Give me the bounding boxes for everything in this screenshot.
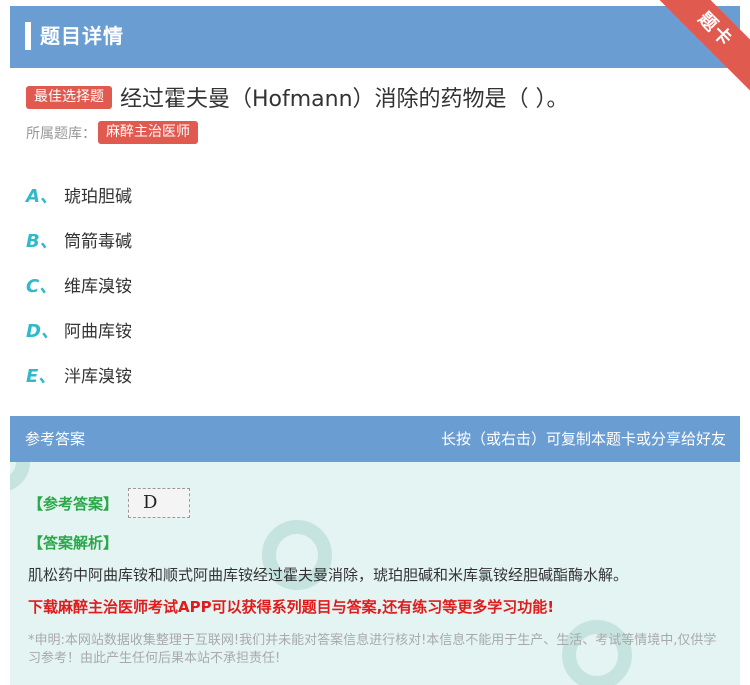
option-d[interactable]: D、 阿曲库铵: [26, 307, 132, 352]
copy-share-hint: 长按（或右击）可复制本题卡或分享给好友: [440, 430, 726, 448]
library-label: 所属题库：: [26, 125, 96, 142]
answer-row: 【参考答案】 D: [28, 488, 191, 518]
option-letter: E、: [26, 365, 57, 387]
analysis-text: 肌松药中阿曲库铵和顺式阿曲库铵经过霍夫曼消除，琥珀胆碱和米库氯铵经胆碱酯酶水解。: [28, 566, 629, 584]
analysis-row: 【答案解析】: [28, 532, 118, 553]
option-text: 泮库溴铵: [64, 367, 132, 387]
header-accent-bar: [25, 22, 31, 50]
option-text: 阿曲库铵: [64, 322, 132, 342]
option-b[interactable]: B、 筒箭毒碱: [26, 217, 132, 262]
corner-ribbon: 题卡: [650, 0, 750, 100]
question-text: 经过霍夫曼（Hofmann）消除的药物是（ ）。: [120, 87, 569, 112]
disclaimer-text: *申明:本网站数据收集整理于互联网!我们并未能对答案信息进行核对!本信息不能用于…: [28, 633, 717, 666]
option-letter: C、: [26, 275, 58, 297]
option-text: 筒箭毒碱: [64, 232, 132, 252]
option-letter: D、: [26, 320, 59, 342]
analysis-label: 【答案解析】: [28, 534, 119, 552]
watermark-ring: [10, 462, 30, 492]
option-letter: A、: [26, 185, 58, 207]
ribbon-label: 题卡: [650, 0, 750, 96]
option-letter: B、: [26, 230, 58, 252]
library-tag[interactable]: 麻醉主治医师: [98, 121, 198, 144]
option-a[interactable]: A、 琥珀胆碱: [26, 172, 132, 217]
options-list: A、 琥珀胆碱 B、 筒箭毒碱 C、 维库溴铵 D、 阿曲库铵 E、 泮库溴铵: [26, 172, 132, 397]
library-line: 所属题库： 麻醉主治医师: [26, 121, 198, 144]
answer-label: 【参考答案】: [28, 494, 119, 513]
card-header: 题目详情: [10, 6, 740, 68]
option-text: 维库溴铵: [64, 277, 132, 297]
option-c[interactable]: C、 维库溴铵: [26, 262, 132, 307]
answer-header: 参考答案 长按（或右击）可复制本题卡或分享给好友: [10, 416, 740, 462]
question-card: 题目详情 题卡 最佳选择题 经过霍夫曼（Hofmann）消除的药物是（ ）。 所…: [10, 0, 750, 685]
question-line: 最佳选择题 经过霍夫曼（Hofmann）消除的药物是（ ）。: [26, 82, 569, 112]
app-promo-link[interactable]: 下载麻醉主治医师考试APP可以获得系列题目与答案,还有练习等更多学习功能!: [28, 596, 554, 617]
answer-body: 【参考答案】 D 【答案解析】 肌松药中阿曲库铵和顺式阿曲库铵经过霍夫曼消除，琥…: [10, 462, 740, 685]
question-type-badge: 最佳选择题: [26, 85, 112, 109]
option-e[interactable]: E、 泮库溴铵: [26, 352, 132, 397]
page-title: 题目详情: [40, 24, 124, 48]
answer-value: D: [128, 488, 191, 518]
answer-section-title: 参考答案: [25, 430, 86, 448]
option-text: 琥珀胆碱: [64, 187, 132, 207]
